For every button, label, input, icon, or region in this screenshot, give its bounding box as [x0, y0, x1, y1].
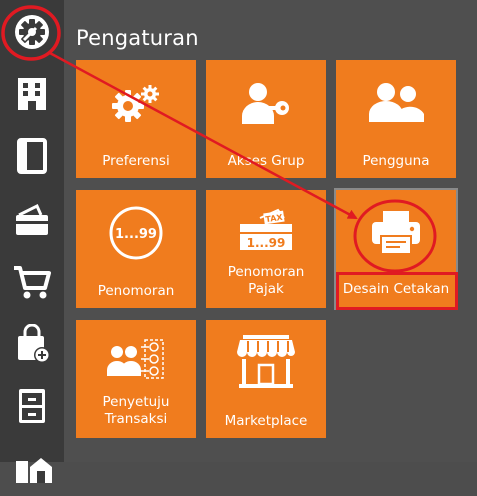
tile-preferensi[interactable]: Preferensi [76, 60, 196, 178]
sidebar-item-settings[interactable] [0, 4, 64, 60]
users-icon [369, 83, 424, 122]
gears-icon [112, 85, 159, 122]
tile-label: Marketplace [224, 413, 308, 429]
tile-penomoran[interactable]: 1...99 Penomoran [76, 190, 196, 308]
sidebar-item-sales[interactable] [0, 254, 64, 310]
tile-label: Penyetuju Transaksi [76, 394, 196, 428]
tile-penomoran-pajak[interactable]: TAX 1...99 Penomoran Pajak [206, 190, 326, 308]
tax-tag-text: TAX [265, 213, 284, 224]
tile-label-line2: Transaksi [104, 411, 168, 427]
user-key-icon [242, 83, 289, 124]
tile-label-line2: Pajak [248, 281, 284, 297]
numbering-icon-text: 1...99 [115, 227, 157, 242]
tile-label: Penomoran [97, 283, 175, 299]
sidebar [0, 0, 64, 483]
tile-label-line1: Penyetuju [102, 394, 170, 410]
warehouse-icon [16, 458, 52, 483]
numbering-icon: 1...99 [109, 206, 163, 260]
tile-label: Akses Grup [227, 153, 305, 169]
sidebar-item-company[interactable] [0, 66, 64, 122]
sidebar-item-cash-bank[interactable] [0, 192, 64, 248]
tile-label: Pengguna [362, 153, 430, 169]
printer-icon [372, 211, 420, 255]
sidebar-item-ledger[interactable] [0, 128, 64, 184]
cart-icon [14, 266, 51, 299]
tile-penyetuju-transaksi[interactable]: Penyetuju Transaksi [76, 320, 196, 438]
wallet-icon [16, 203, 48, 235]
tile-akses-grup[interactable]: Akses Grup [206, 60, 326, 178]
tax-numbering-text: 1...99 [247, 236, 286, 250]
storefront-icon [237, 335, 295, 388]
page-title: Pengaturan [76, 26, 199, 50]
sidebar-item-inventory[interactable] [0, 378, 64, 434]
tile-label: Preferensi [102, 153, 170, 169]
tax-numbering-icon: TAX 1...99 [240, 208, 292, 250]
highlight-box [336, 272, 458, 310]
gear-icon [15, 15, 49, 49]
cabinet-icon [19, 389, 45, 423]
sidebar-item-warehouse[interactable] [0, 440, 64, 496]
sidebar-item-purchase[interactable] [0, 316, 64, 372]
approver-icon [107, 339, 164, 379]
tile-label-line1: Penomoran [227, 264, 305, 280]
tile-label: Penomoran Pajak [206, 264, 326, 298]
tile-marketplace[interactable]: Marketplace [206, 320, 326, 438]
book-icon [17, 138, 47, 174]
building-icon [18, 78, 46, 110]
tile-pengguna[interactable]: Pengguna [336, 60, 456, 178]
shopping-bag-add-icon [18, 324, 50, 363]
